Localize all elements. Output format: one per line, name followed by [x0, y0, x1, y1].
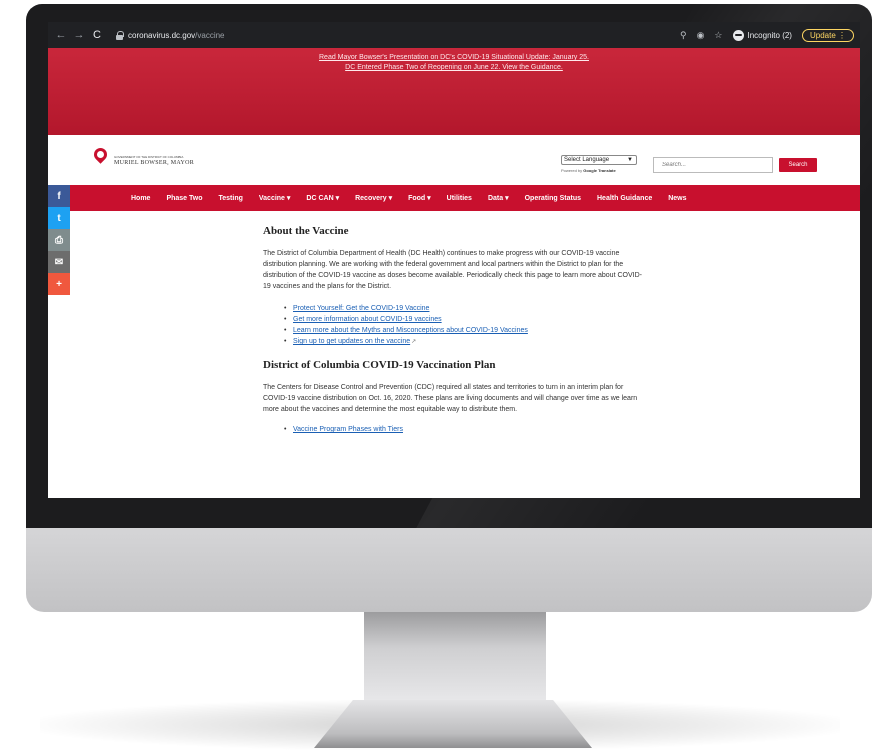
nav-item-testing[interactable]: Testing: [219, 195, 243, 202]
facebook-share-button[interactable]: f: [48, 185, 70, 207]
print-icon: ⎙: [55, 234, 63, 246]
nav-item-data[interactable]: Data ▾: [488, 194, 509, 202]
monitor-neck: [364, 612, 546, 702]
email-icon: ✉: [54, 256, 64, 268]
alert-banner: Read Mayor Bowser's Presentation on DC's…: [48, 48, 860, 135]
language-select-value: Select Language: [564, 157, 610, 163]
zoom-search-icon[interactable]: ⚲: [680, 30, 687, 41]
banner-link-phase-two[interactable]: DC Entered Phase Two of Reopening on Jun…: [48, 63, 860, 73]
link-sign-up[interactable]: Sign up to get updates on the vaccine: [293, 338, 410, 345]
nav-item-home[interactable]: Home: [131, 195, 150, 202]
plan-paragraph: The Centers for Disease Control and Prev…: [263, 384, 638, 413]
twitter-icon: t: [57, 212, 61, 224]
list-item: Get more information about COVID-19 vacc…: [284, 314, 648, 325]
social-share-bar: f t ⎙ ✉ +: [48, 185, 70, 295]
logo-subtitle: GOVERNMENT OF THE DISTRICT OF COLUMBIA: [114, 155, 184, 159]
tracking-eye-icon[interactable]: ◉: [697, 30, 705, 41]
nav-item-recovery[interactable]: Recovery ▾: [355, 194, 392, 202]
banner-link-presentation[interactable]: Read Mayor Bowser's Presentation on DC's…: [48, 53, 860, 63]
forward-icon[interactable]: →: [72, 29, 86, 41]
incognito-icon: [732, 29, 744, 41]
browser-toolbar: ← → C coronavirus.dc.gov/vaccine ⚲ ◉ ☆ I…: [48, 22, 860, 48]
google-translate-label[interactable]: Google Translate: [583, 168, 615, 173]
search-button[interactable]: Search: [779, 158, 817, 172]
about-heading: About the Vaccine: [263, 225, 349, 237]
plan-heading: District of Columbia COVID-19 Vaccinatio…: [263, 359, 496, 371]
nav-item-vaccine[interactable]: Vaccine ▾: [259, 194, 291, 202]
url-path: /vaccine: [195, 30, 225, 40]
external-link-icon: ↗: [411, 339, 417, 345]
twitter-share-button[interactable]: t: [48, 207, 70, 229]
address-bar[interactable]: coronavirus.dc.gov/vaccine: [128, 31, 225, 40]
vaccine-links-list: Protect Yourself: Get the COVID-19 Vacci…: [284, 303, 648, 348]
back-icon[interactable]: ←: [54, 29, 68, 41]
nav-item-phase-two[interactable]: Phase Two: [166, 195, 202, 202]
chevron-down-icon: ▼: [627, 157, 633, 163]
main-nav: Home Phase Two Testing Vaccine ▾ DC CAN …: [48, 185, 860, 211]
incognito-label: Incognito (2): [747, 30, 792, 40]
nav-item-utilities[interactable]: Utilities: [447, 195, 472, 202]
nav-item-dc-can[interactable]: DC CAN ▾: [306, 194, 339, 202]
nav-item-food[interactable]: Food ▾: [408, 194, 431, 202]
logo-mayor-name[interactable]: MURIEL BOWSER, MAYOR: [114, 160, 194, 166]
search-input[interactable]: [653, 157, 773, 173]
link-phases-tiers[interactable]: Vaccine Program Phases with Tiers: [293, 426, 403, 433]
monitor-foot: [314, 700, 592, 748]
plan-links-list: Vaccine Program Phases with Tiers: [284, 424, 648, 435]
nav-item-health-guidance[interactable]: Health Guidance: [597, 195, 652, 202]
list-item: Protect Yourself: Get the COVID-19 Vacci…: [284, 303, 648, 314]
about-paragraph: The District of Columbia Department of H…: [263, 250, 642, 290]
list-item: Vaccine Program Phases with Tiers: [284, 424, 648, 435]
url-domain: coronavirus.dc.gov: [128, 30, 196, 40]
nav-item-operating-status[interactable]: Operating Status: [525, 195, 581, 202]
link-more-info[interactable]: Get more information about COVID-19 vacc…: [293, 316, 442, 323]
update-button[interactable]: Update ⋮: [801, 28, 854, 42]
dc-logo-pin-icon[interactable]: [91, 145, 110, 164]
print-button[interactable]: ⎙: [48, 229, 70, 251]
facebook-icon: f: [57, 190, 61, 202]
email-share-button[interactable]: ✉: [48, 251, 70, 273]
list-item: Sign up to get updates on the vaccine↗: [284, 336, 648, 348]
lock-icon[interactable]: [116, 31, 124, 40]
powered-by-translate: Powered by Google Translate: [561, 168, 616, 173]
powered-by-label: Powered by: [561, 168, 583, 173]
more-share-button[interactable]: +: [48, 273, 70, 295]
language-select[interactable]: Select Language ▼: [561, 155, 637, 165]
toolbar-actions: ⚲ ◉ ☆ Incognito (2) Update ⋮: [680, 28, 854, 42]
monitor: ← → C coronavirus.dc.gov/vaccine ⚲ ◉ ☆ I…: [0, 0, 872, 754]
monitor-chin: [26, 528, 872, 612]
nav-item-news[interactable]: News: [668, 195, 686, 202]
bookmark-star-icon[interactable]: ☆: [714, 30, 722, 41]
main-content: About the Vaccine The District of Columb…: [263, 225, 648, 435]
update-label: Update: [809, 30, 836, 40]
browser-screen: ← → C coronavirus.dc.gov/vaccine ⚲ ◉ ☆ I…: [48, 22, 860, 498]
link-protect-yourself[interactable]: Protect Yourself: Get the COVID-19 Vacci…: [293, 305, 429, 312]
list-item: Learn more about the Myths and Misconcep…: [284, 325, 648, 336]
reload-icon[interactable]: C: [90, 29, 104, 41]
incognito-indicator[interactable]: Incognito (2): [732, 29, 792, 41]
link-myths[interactable]: Learn more about the Myths and Misconcep…: [293, 327, 528, 334]
site-header: GOVERNMENT OF THE DISTRICT OF COLUMBIA M…: [48, 135, 860, 185]
plus-icon: +: [56, 278, 62, 290]
